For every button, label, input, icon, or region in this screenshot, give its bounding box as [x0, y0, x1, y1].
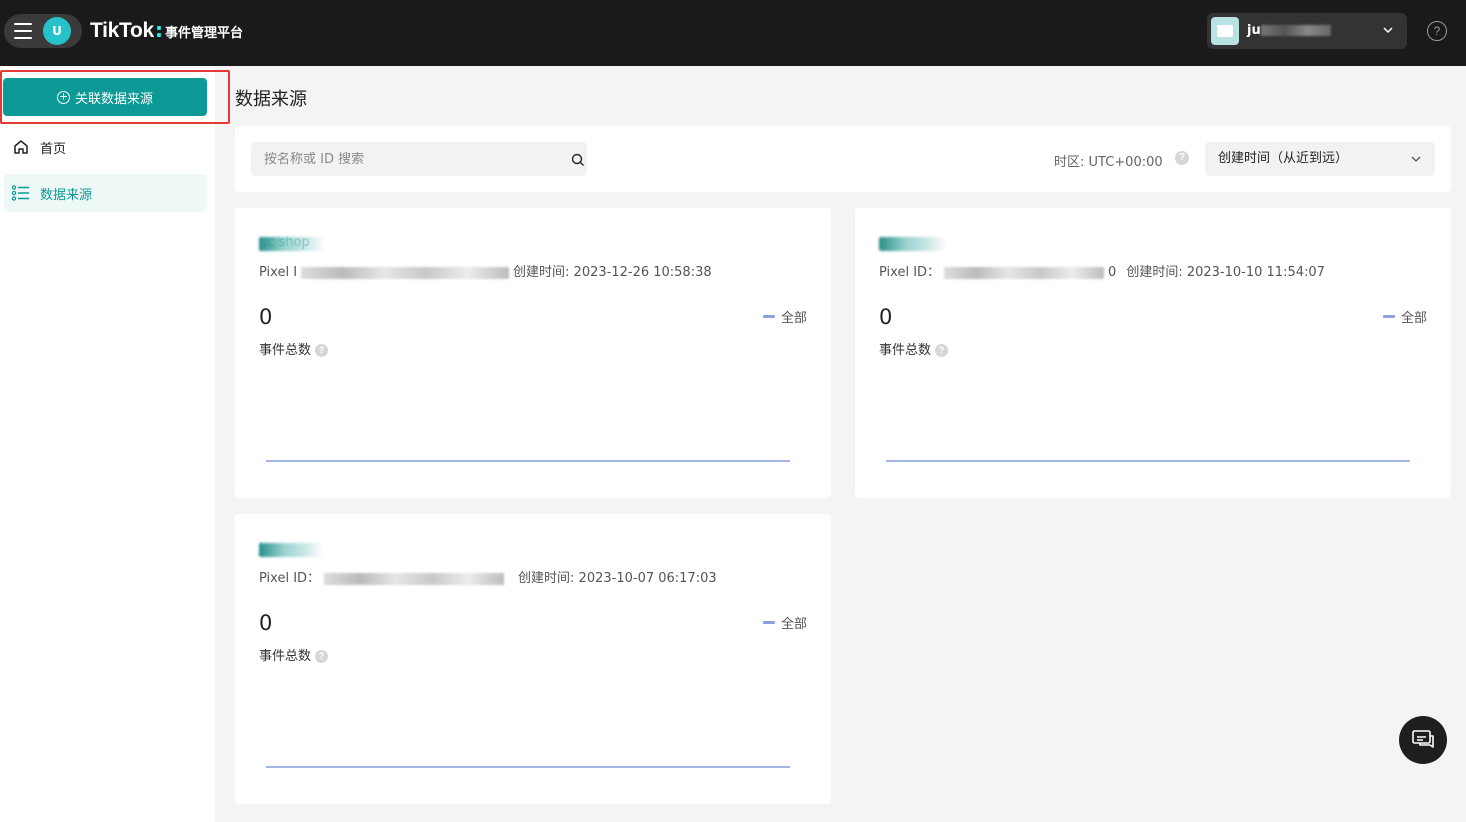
help-icon[interactable]: ?: [315, 650, 329, 663]
event-count: 0: [879, 305, 893, 329]
pixel-id-redacted: [301, 266, 510, 279]
account-name-redacted: [1261, 25, 1331, 36]
legend-label: 全部: [1400, 311, 1427, 326]
pixel-id-redacted: [944, 266, 1105, 279]
chevron-down-icon: [1411, 156, 1421, 162]
sidebar-item-label: 首页: [40, 141, 67, 157]
chart-line: [886, 460, 1410, 462]
user-avatar[interactable]: U: [43, 17, 71, 45]
created-time: 创建时间: 2023-10-10 11:54:07: [1126, 265, 1325, 280]
chart-line: [266, 460, 790, 462]
pixel-id-label: Pixel I: [259, 265, 298, 280]
pixel-info: Pixel ID： 创建时间: 2023-10-07 06:17:03: [259, 567, 717, 586]
connect-data-source-button[interactable]: + 关联数据来源: [3, 78, 207, 116]
timezone-help-icon[interactable]: ?: [1175, 151, 1189, 165]
created-time: 创建时间: 2023-12-26 10:58:38: [513, 265, 712, 280]
account-icon: [1211, 17, 1239, 45]
legend-swatch: [1382, 315, 1395, 318]
chart-legend: 全部: [762, 613, 807, 632]
legend-swatch: [762, 315, 775, 318]
top-bar: U TikTok : 事件管理平台 ju ?: [0, 0, 1466, 66]
tiktok-logo: TikTok: [90, 19, 154, 42]
sort-select[interactable]: 创建时间（从近到远）: [1205, 142, 1435, 176]
hamburger-icon[interactable]: [14, 23, 32, 39]
filter-bar: 时区: UTC+00:00 ? 创建时间（从近到远）: [235, 126, 1451, 192]
pixel-id-label: Pixel ID：: [259, 571, 321, 586]
pixel-id-label: Pixel ID：: [879, 265, 941, 280]
account-name: ju: [1247, 23, 1261, 38]
legend-swatch: [762, 621, 775, 624]
list-icon: [12, 184, 30, 202]
legend-label: 全部: [780, 311, 807, 326]
help-icon[interactable]: ?: [1427, 21, 1447, 41]
menu-toggle[interactable]: U: [4, 14, 82, 48]
event-count: 0: [259, 611, 273, 635]
card-name-redacted: [259, 543, 323, 557]
data-source-card[interactable]: J Pixel ID： 创建时间: 2023-10-07 06:17:03 0 事…: [235, 514, 831, 804]
timezone-label: 时区: UTC+00:00: [1054, 155, 1163, 170]
sidebar-item-home[interactable]: 首页: [4, 128, 207, 166]
card-name-redacted: [879, 237, 947, 251]
home-icon: [12, 138, 30, 156]
event-count-label: 事件总数?: [259, 645, 329, 664]
data-source-card[interactable]: u Pixel ID： 0 创建时间: 2023-10-10 11:54:07 0 …: [855, 208, 1451, 498]
search-input[interactable]: [251, 142, 551, 176]
card-name[interactable]: u: [879, 235, 887, 250]
pixel-id-suffix: 0: [1108, 265, 1117, 280]
pixel-info: Pixel I 创建时间: 2023-12-26 10:58:38: [259, 261, 712, 280]
brand-separator: :: [154, 18, 163, 42]
plus-circle-icon: +: [56, 89, 70, 104]
event-count-label: 事件总数?: [879, 339, 949, 358]
chart-line: [266, 766, 790, 768]
chat-icon: [1412, 730, 1434, 748]
sidebar-item-data-sources[interactable]: 数据来源: [4, 174, 207, 212]
created-time: 创建时间: 2023-10-07 06:17:03: [518, 571, 717, 586]
card-name[interactable]: J: [259, 541, 263, 556]
help-icon[interactable]: ?: [315, 344, 329, 357]
legend-label: 全部: [780, 617, 807, 632]
chart-legend: 全部: [762, 307, 807, 326]
account-switcher[interactable]: ju: [1207, 13, 1407, 49]
chevron-down-icon[interactable]: [1383, 25, 1393, 35]
event-count-label: 事件总数?: [259, 339, 329, 358]
page-title: 数据来源: [235, 89, 307, 110]
sidebar-item-label: 数据来源: [40, 187, 93, 203]
search-box[interactable]: [251, 142, 587, 176]
event-count: 0: [259, 305, 273, 329]
brand-subtitle: 事件管理平台: [164, 26, 243, 41]
help-icon[interactable]: ?: [935, 344, 949, 357]
connect-button-label: 关联数据来源: [74, 91, 153, 107]
chat-support-button[interactable]: [1399, 716, 1447, 764]
sort-selected-value: 创建时间（从近到远）: [1218, 151, 1349, 166]
brand: TikTok : 事件管理平台: [90, 18, 243, 43]
sidebar: + 关联数据来源 首页 数据来源: [0, 66, 230, 822]
search-icon[interactable]: [571, 153, 585, 167]
chart-legend: 全部: [1382, 307, 1427, 326]
card-name[interactable]: uc shop: [259, 235, 310, 250]
pixel-id-redacted: [324, 572, 505, 585]
pixel-info: Pixel ID： 0 创建时间: 2023-10-10 11:54:07: [879, 261, 1325, 280]
data-source-card[interactable]: uc shop Pixel I 创建时间: 2023-12-26 10:58:38…: [235, 208, 831, 498]
